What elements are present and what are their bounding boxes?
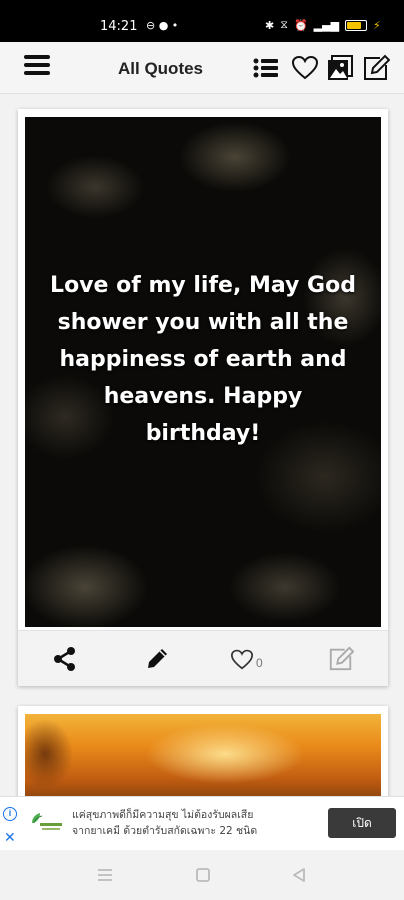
edit-icon[interactable]: [362, 54, 390, 82]
app-bar: All Quotes: [0, 42, 404, 94]
ad-info-icon[interactable]: i: [3, 807, 17, 821]
back-icon[interactable]: [290, 866, 308, 884]
ad-open-button[interactable]: เปิด: [328, 808, 396, 838]
card-actions: 0: [18, 630, 388, 686]
pencil-icon[interactable]: [144, 645, 170, 673]
bluetooth-icon: ✱: [265, 18, 275, 32]
quote-image[interactable]: Love of my life, May God shower you with…: [25, 117, 381, 627]
menu-icon[interactable]: [24, 55, 50, 79]
wifi-icon: ⧖: [280, 18, 288, 31]
status-time: 14:21: [100, 19, 138, 34]
notification-icons: ⊖ ● •: [146, 19, 179, 32]
system-nav-bar: [0, 850, 404, 900]
alarm-icon: ⏰: [293, 18, 308, 32]
advertiser-logo: [32, 813, 62, 830]
status-bar: 14:21 ⊖ ● • ✱ ⧖ ⏰ ▂▄▆ ⚡: [0, 0, 404, 42]
quote-card[interactable]: [18, 706, 388, 806]
ad-text-line2: จากยาเคมี ด้วยตำรับสกัดเฉพาะ 22 ชนิด: [72, 825, 258, 837]
quote-image[interactable]: [25, 714, 381, 806]
heart-icon[interactable]: [291, 54, 319, 82]
battery-icon: [345, 19, 368, 31]
like-icon: [230, 649, 254, 670]
page-title: All Quotes: [118, 59, 204, 78]
share-icon[interactable]: [52, 645, 78, 673]
signal-icon: ▂▄▆: [313, 18, 340, 32]
ad-text-line1: แค่สุขภาพดีก็มีความสุข ไม่ต้องรับผลเสีย: [72, 809, 254, 821]
recents-icon[interactable]: [96, 866, 114, 884]
list-icon[interactable]: [252, 54, 280, 82]
like-button[interactable]: 0: [230, 645, 263, 673]
like-count: 0: [256, 656, 263, 670]
home-icon[interactable]: [194, 866, 212, 884]
quote-text: Love of my life, May God shower you with…: [50, 273, 356, 446]
ad-text[interactable]: แค่สุขภาพดีก็มีความสุข ไม่ต้องรับผลเสีย …: [72, 807, 322, 839]
quote-card[interactable]: Love of my life, May God shower you with…: [18, 109, 388, 686]
ad-banner[interactable]: i ✕ แค่สุขภาพดีก็มีความสุข ไม่ต้องรับผลเ…: [0, 796, 404, 850]
charging-icon: ⚡: [373, 18, 381, 32]
gallery-icon[interactable]: [326, 54, 354, 82]
edit-square-icon[interactable]: [328, 645, 354, 673]
ad-close-icon[interactable]: ✕: [4, 829, 16, 846]
system-icons: ✱ ⧖ ⏰ ▂▄▆ ⚡: [265, 18, 381, 32]
